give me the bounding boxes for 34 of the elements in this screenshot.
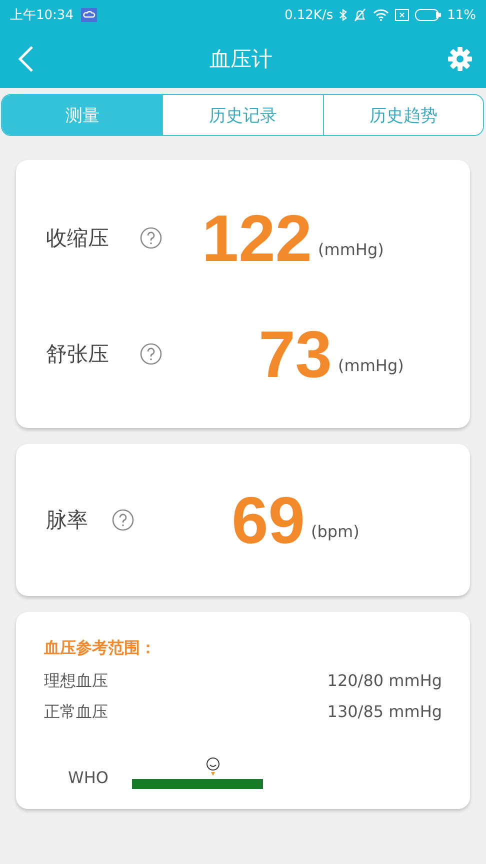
smiley-marker-icon [206, 757, 220, 777]
reference-title: 血压参考范围： [44, 638, 157, 659]
help-icon [140, 227, 162, 249]
scale-label: WHO [68, 768, 108, 787]
network-speed: 0.12K/s [284, 8, 334, 22]
help-icon [140, 343, 162, 365]
settings-button[interactable] [448, 47, 472, 71]
cloud-icon [81, 8, 98, 22]
measure-unit: (bpm) [311, 522, 360, 540]
wifi-icon [373, 9, 390, 21]
reference-label: 正常血压 [44, 701, 108, 723]
battery-icon [415, 9, 442, 21]
page-title: 血压计 [210, 46, 272, 73]
measure-value: 122 [200, 200, 312, 276]
muted-bell-icon [353, 8, 368, 22]
tab[interactable]: 测量 [2, 95, 162, 135]
bluetooth-icon [339, 9, 348, 21]
measure-unit: (mmHg) [338, 356, 404, 374]
reference-value: 120/80 mmHg [327, 670, 442, 692]
no-sim-icon [395, 9, 410, 21]
measure-value: 73 [258, 316, 332, 392]
measure-value: 69 [230, 482, 305, 558]
help-icon [112, 509, 134, 531]
reference-value: 130/85 mmHg [327, 701, 442, 723]
measure-label: 舒张压 [46, 341, 110, 368]
measure-label: 收缩压 [46, 225, 110, 252]
back-button[interactable] [18, 45, 34, 73]
measure-unit: (mmHg) [318, 240, 384, 258]
settings-icon [448, 47, 472, 71]
battery-percent: 11% [447, 8, 476, 22]
reference-label: 理想血压 [44, 670, 108, 692]
measure-label: 脉率 [46, 507, 89, 534]
status-time: 上午10:34 [10, 7, 74, 24]
tab[interactable]: 历史趋势 [322, 95, 483, 135]
